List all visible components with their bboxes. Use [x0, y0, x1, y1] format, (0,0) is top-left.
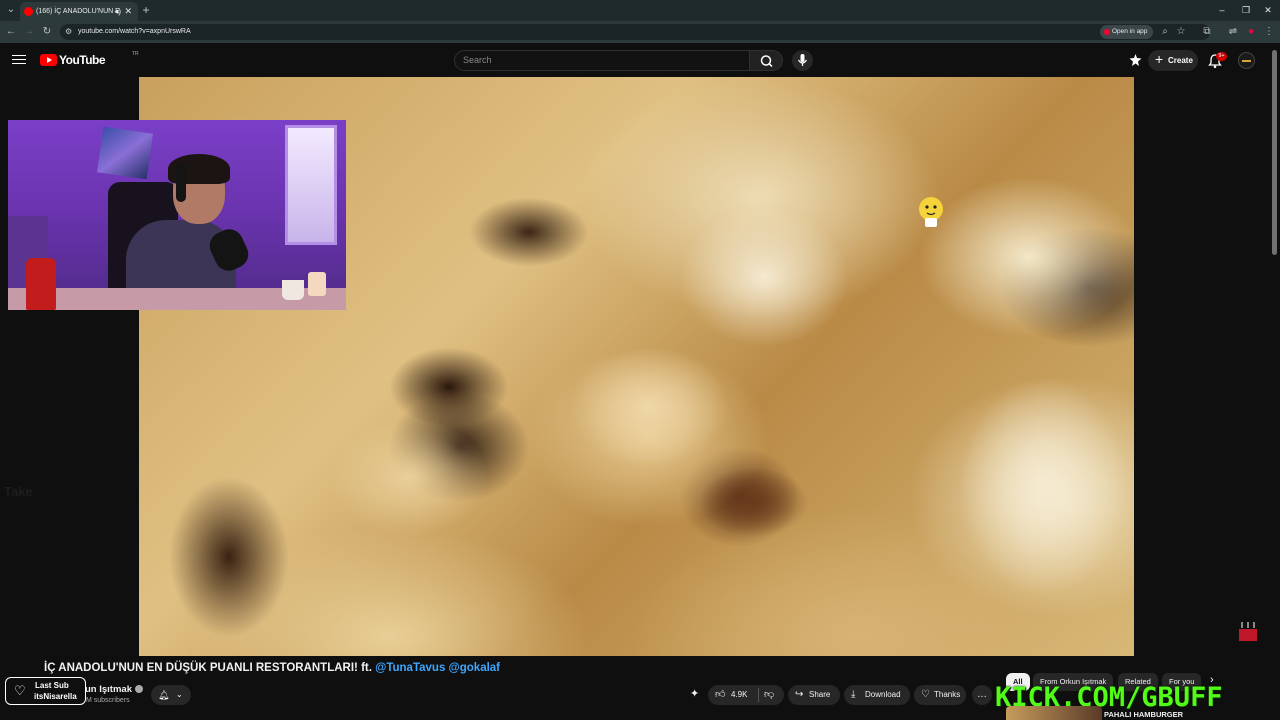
tab-title: (166) İÇ ANADOLU'NUN E — [36, 8, 120, 15]
subscriber-count: M subscribers — [86, 697, 130, 704]
youtube-play-icon — [40, 54, 57, 66]
download-icon: ⤓ — [851, 689, 856, 700]
like-dislike-group: 👍︎ 4.9K 👎︎ — [708, 685, 784, 705]
page-scrollbar[interactable] — [1272, 50, 1277, 255]
bell-icon: 🔔︎ — [158, 690, 170, 700]
window-close-icon[interactable]: ✕ — [1258, 2, 1278, 18]
bookmark-star-icon[interactable]: ☆ — [1174, 24, 1188, 40]
food-highlight — [569, 347, 729, 467]
create-button[interactable]: Create — [1148, 49, 1198, 71]
new-tab-button[interactable]: + — [139, 2, 153, 18]
browser-tab-bar: ⌄ (166) İÇ ANADOLU'NUN E ◂) ✕ + – ❐ ✕ — [0, 0, 1280, 21]
last-sub-overlay: ♡ Last Sub itsNisarella — [5, 677, 86, 705]
verified-icon — [135, 685, 143, 693]
reload-icon[interactable]: ↻ — [40, 24, 54, 40]
cast-video-icon[interactable] — [1128, 53, 1143, 68]
window — [285, 125, 337, 245]
webcam-overlay — [8, 120, 346, 310]
gift-overlay-icon — [1239, 622, 1257, 641]
voice-search-button[interactable] — [792, 50, 813, 71]
channel-name[interactable]: un Işıtmak — [85, 684, 143, 695]
food-highlight — [959, 377, 1129, 597]
zoom-icon[interactable]: ⌕ — [1158, 24, 1172, 40]
hamburger-menu-icon[interactable] — [12, 52, 26, 68]
logo-text: YouTube — [59, 53, 106, 67]
wall-poster — [97, 126, 153, 180]
speaker-icon[interactable]: ◂) — [114, 2, 121, 21]
share-button[interactable]: ↪ Share — [788, 685, 840, 705]
related-video-thumbnail[interactable] — [1006, 706, 1102, 720]
cast-icon[interactable]: ⇌ — [1226, 24, 1240, 40]
open-in-app-label: Open in app — [1112, 28, 1148, 35]
last-sub-label: Last Sub — [35, 681, 69, 690]
video-title-text: İÇ ANADOLU'NUN EN DÜŞÜK PUANLI RESTORANT… — [44, 662, 372, 674]
share-icon: ↪ — [795, 689, 804, 700]
divider — [758, 688, 759, 702]
cup — [308, 272, 326, 296]
chevron-down-icon: ⌄ — [176, 690, 183, 699]
food-highlight — [679, 207, 849, 347]
dislike-icon[interactable]: 👎︎ — [764, 685, 774, 705]
close-tab-icon[interactable]: ✕ — [124, 2, 132, 21]
channel-name-text: un Işıtmak — [85, 684, 132, 695]
thanks-button[interactable]: ♡ Thanks — [914, 685, 966, 705]
faded-overlay-text: Take — [4, 484, 33, 499]
more-actions-button[interactable]: … — [972, 685, 992, 705]
tab-list-icon[interactable]: ⌄ — [4, 2, 18, 18]
food-shadow — [469, 197, 589, 267]
food-highlight — [329, 417, 489, 537]
download-button[interactable]: ⤓ Download — [844, 685, 910, 705]
profile-icon[interactable]: ● — [1244, 24, 1258, 40]
last-sub-name: itsNisarella — [34, 692, 77, 701]
food-shadow — [699, 467, 809, 537]
search-icon — [760, 55, 773, 68]
thanks-label: Thanks — [934, 690, 961, 699]
back-icon[interactable]: ← — [4, 24, 18, 40]
soda-bottle — [26, 258, 56, 310]
thanks-icon: ♡ — [921, 689, 930, 700]
microphone-icon — [798, 54, 807, 66]
url-text: youtube.com/watch?v=axpnUrswRA — [78, 28, 191, 35]
app-icon — [1104, 29, 1110, 35]
extensions-icon[interactable]: ⧉ — [1200, 24, 1214, 40]
browser-toolbar: ← → ↻ ⚙ youtube.com/watch?v=axpnUrswRA O… — [0, 21, 1280, 43]
emote-sticker-icon — [919, 197, 943, 227]
browser-menu-icon[interactable]: ⋮ — [1262, 24, 1276, 40]
search-button[interactable] — [749, 50, 783, 71]
video-title: İÇ ANADOLU'NUN EN DÜŞÜK PUANLI RESTORANT… — [44, 662, 500, 674]
account-avatar[interactable] — [1238, 52, 1255, 69]
search-input[interactable]: Search — [454, 50, 750, 71]
food-shadow — [389, 347, 509, 427]
sparkle-icon[interactable]: ✦ — [690, 687, 699, 700]
youtube-header: YouTube TR Search Create 9+ — [0, 43, 1280, 77]
open-in-app-button[interactable]: Open in app — [1100, 25, 1154, 39]
logo-country: TR — [132, 51, 139, 57]
restore-icon[interactable]: ❐ — [1236, 2, 1256, 18]
cup — [282, 280, 304, 300]
minimize-icon[interactable]: – — [1212, 2, 1232, 18]
subscription-bell-button[interactable]: 🔔︎ ⌄ — [151, 685, 191, 705]
share-label: Share — [809, 690, 831, 699]
heart-icon: ♡ — [14, 683, 26, 698]
forward-icon[interactable]: → — [22, 24, 36, 40]
download-label: Download — [865, 690, 901, 699]
address-bar[interactable]: ⚙ youtube.com/watch?v=axpnUrswRA — [60, 24, 1210, 40]
browser-tab[interactable]: (166) İÇ ANADOLU'NUN E ◂) ✕ — [20, 2, 138, 21]
like-icon[interactable]: 👍︎ — [715, 685, 725, 705]
video-title-mentions[interactable]: @TunaTavus @gokalaf — [375, 662, 500, 674]
like-count[interactable]: 4.9K — [731, 685, 747, 705]
notification-count-badge: 9+ — [1216, 52, 1227, 61]
site-info-icon[interactable]: ⚙ — [65, 24, 72, 40]
youtube-favicon-icon — [24, 7, 33, 16]
headset — [176, 164, 186, 202]
related-video-title[interactable]: PAHALI HAMBURGER — [1104, 710, 1183, 719]
